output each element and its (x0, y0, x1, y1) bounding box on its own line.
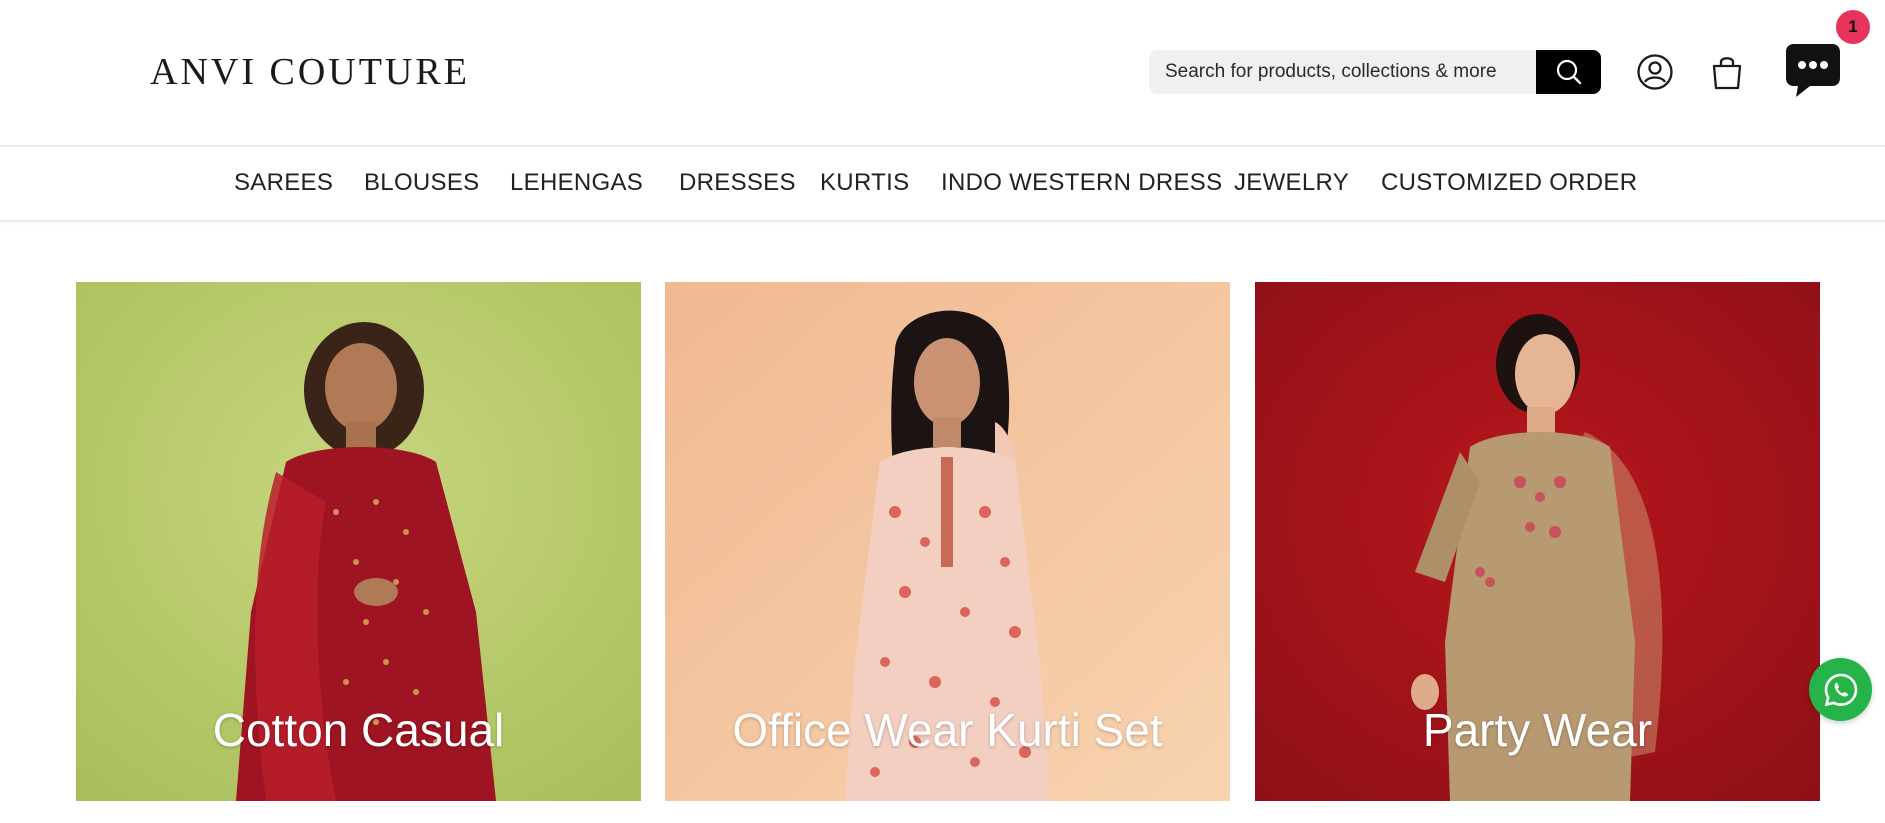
shopping-bag-icon (1712, 57, 1742, 90)
search-icon (1556, 59, 1581, 85)
search-input[interactable] (1149, 50, 1537, 94)
collection-title: Office Wear Kurti Set (732, 704, 1163, 756)
collection-title: Cotton Casual (212, 704, 505, 756)
chat-button[interactable] (1784, 40, 1842, 100)
main-nav: SAREES BLOUSES LEHENGAS DRESSES KURTIS I… (0, 147, 1885, 222)
collection-tile-office-wear-kurti-set[interactable]: Office Wear Kurti Set (665, 282, 1230, 801)
nav-item-lehengas[interactable]: LEHENGAS (510, 169, 643, 197)
account-button[interactable] (1636, 53, 1674, 91)
chat-notification-badge: 1 (1836, 10, 1870, 44)
nav-item-dresses[interactable]: DRESSES (679, 169, 796, 197)
nav-item-sarees[interactable]: SAREES (234, 169, 333, 197)
cart-button[interactable] (1709, 52, 1745, 92)
site-header: ANVI COUTURE 1 (0, 0, 1885, 145)
nav-item-indo-western-dress[interactable]: INDO WESTERN DRESS (941, 169, 1222, 197)
nav-item-kurtis[interactable]: KURTIS (820, 169, 909, 197)
nav-item-blouses[interactable]: BLOUSES (364, 169, 479, 197)
whatsapp-icon (1824, 673, 1857, 706)
collection-tile-cotton-casual[interactable]: Cotton Casual (76, 282, 641, 801)
collection-title: Party Wear (1422, 704, 1653, 756)
chat-bubble-icon (1786, 44, 1840, 97)
nav-item-customized-order[interactable]: CUSTOMIZED ORDER (1381, 169, 1637, 197)
user-icon (1637, 54, 1673, 90)
nav-item-jewelry[interactable]: JEWELRY (1234, 169, 1349, 197)
search-bar (1149, 50, 1601, 94)
whatsapp-button[interactable] (1809, 658, 1872, 721)
site-logo[interactable]: ANVI COUTURE (150, 50, 470, 94)
collection-tile-party-wear[interactable]: Party Wear (1255, 282, 1820, 801)
search-button[interactable] (1536, 50, 1601, 94)
